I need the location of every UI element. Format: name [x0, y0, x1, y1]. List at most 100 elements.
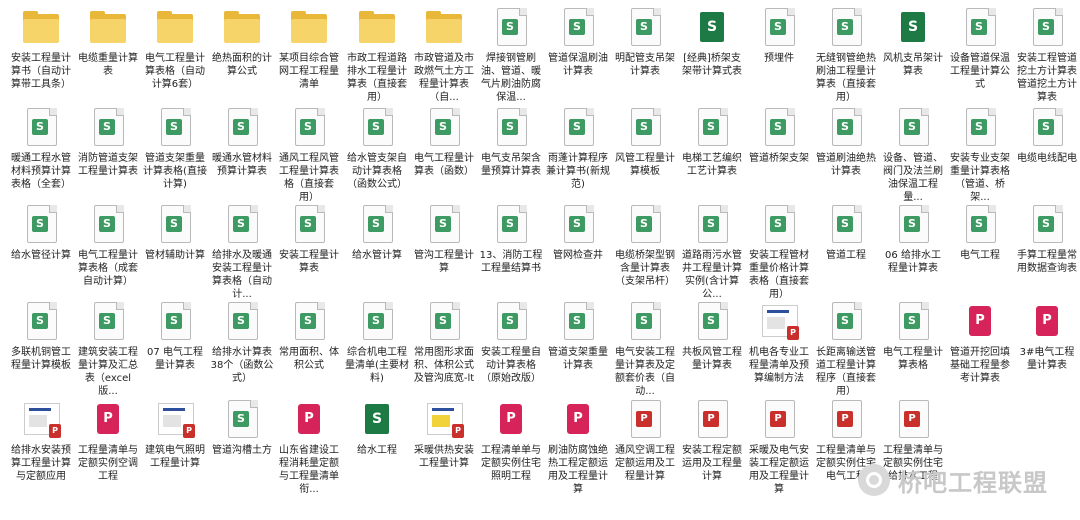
watermark-logo-icon [858, 464, 890, 496]
file-item[interactable]: P 山东省建设工程消耗量定额与工程量清单衔... [276, 400, 342, 496]
file-item[interactable]: P 刷油防腐蚀绝热工程定额运用及工程量计算 [545, 400, 611, 496]
file-item[interactable]: S 预埋件 [746, 8, 812, 65]
file-item[interactable]: S 管道沟槽土方 [209, 400, 275, 457]
file-item[interactable]: S 常用面积、体积公式 [276, 302, 342, 372]
file-item[interactable]: S 电缆桥架型钢含量计算表（支架吊杆） [612, 205, 678, 288]
file-item[interactable]: P 给排水安装预算工程量计算与定额应用 [8, 400, 74, 483]
file-item[interactable]: S 管道刷油绝热计算表 [813, 108, 879, 178]
file-item[interactable]: S 雨蓬计算程序兼计算书(新规范) [545, 108, 611, 191]
file-item[interactable]: S 设备管道保温工程量计算公式 [947, 8, 1013, 91]
file-item[interactable]: S 管道工程 [813, 205, 879, 262]
file-item[interactable]: S 无缝钢管绝热刷油工程量计算表（直接套用） [813, 8, 879, 104]
file-item[interactable]: S 安装专业支架重量计算表格（管道、桥架... [947, 108, 1013, 204]
file-item[interactable]: 某项目综合管网工程工程量清单 [276, 8, 342, 91]
file-item[interactable]: S 电缆电线配电 [1014, 108, 1080, 165]
file-item[interactable]: 安装工程量计算书（自动计算带工具条） [8, 8, 74, 91]
file-name-label: 安装工程量计算表 [279, 250, 339, 274]
file-item[interactable]: S 消防管道支架工程量计算表 [75, 108, 141, 178]
file-item[interactable]: S 建筑安装工程量计算及汇总表（excel版... [75, 302, 141, 398]
file-item[interactable]: S 电气工程量计算表格（成套自动计算） [75, 205, 141, 288]
file-item[interactable]: S 13、消防工程工程量结算书 [478, 205, 544, 275]
file-item[interactable]: S 明配管支吊架计算表 [612, 8, 678, 78]
file-item[interactable]: S 道路雨污水管井工程量计算实例(含计算公... [679, 205, 745, 301]
file-item[interactable]: S 综合机电工程量清单(主要材料) [344, 302, 410, 385]
document-thumbnail-icon: P [424, 400, 464, 440]
file-item[interactable]: S 管道支架重量计算表 [545, 302, 611, 372]
file-item[interactable]: S 风管工程量计算模板 [612, 108, 678, 178]
file-item[interactable]: P 采暖及电气安装工程定额运用及工程量计算 [746, 400, 812, 496]
file-item[interactable]: S 管沟工程量计算 [411, 205, 477, 275]
file-item[interactable]: S 07 电气工程量计算表 [142, 302, 208, 372]
file-name-label: 雨蓬计算程序兼计算书(新规范) [546, 153, 610, 190]
file-item[interactable]: S 电气工程量计算表格 [880, 302, 946, 372]
file-item[interactable]: S 给排水及暖通安装工程量计算表格（自动计... [209, 205, 275, 301]
file-item[interactable]: P 工程量清单与定额实例空调工程 [75, 400, 141, 483]
file-item[interactable]: P 3#电气工程量计算表 [1014, 302, 1080, 372]
file-item[interactable]: S 焊接钢管刷油、管道、暖气片刷油防腐保温... [478, 8, 544, 104]
file-grid: 安装工程量计算书（自动计算带工具条） 电缆重量计算表 电气工程量计算表格（自动计算6… [0, 0, 1080, 520]
pdf-file-icon: P [558, 400, 598, 440]
presentation-file-icon: P [692, 400, 732, 440]
file-item[interactable]: S 安装工程量计算表 [276, 205, 342, 275]
file-item[interactable]: S 电气工程 [947, 205, 1013, 262]
file-item[interactable]: S 管网检查井 [545, 205, 611, 262]
file-item[interactable]: S 给水管径计算 [8, 205, 74, 262]
file-item[interactable]: S 管材辅助计算 [142, 205, 208, 262]
file-item[interactable]: 市政工程道路排水工程量计算表（直接套用） [344, 8, 410, 104]
file-item[interactable]: S 给排水计算表38个（函数公式） [209, 302, 275, 385]
folder-icon [222, 8, 262, 48]
spreadsheet-file-icon: S [21, 205, 61, 245]
file-item[interactable]: 电缆重量计算表 [75, 8, 141, 78]
file-item[interactable]: S 电气安装工程量计算表及定额套价表（自动... [612, 302, 678, 398]
file-item[interactable]: S 安装工程管材重量价格计算表格（直接套用） [746, 205, 812, 301]
file-item[interactable]: P 采暖供热安装工程量计算 [411, 400, 477, 470]
file-name-label: 安装工程管材重量价格计算表格（直接套用） [749, 250, 809, 300]
spreadsheet-app-icon: S [893, 8, 933, 48]
file-item[interactable]: S 管道保温刷油计算表 [545, 8, 611, 78]
file-item[interactable]: S 电梯工艺编织工艺计算表 [679, 108, 745, 178]
file-item[interactable]: S 安装工程量自动计算表格（原始改版） [478, 302, 544, 385]
file-item[interactable]: S 风机支吊架计算表 [880, 8, 946, 78]
file-name-label: 绝热面积的计算公式 [212, 53, 272, 77]
file-name-label: 通风空调工程定额运用及工程量计算 [615, 445, 675, 482]
file-item[interactable]: 电气工程量计算表格（自动计算6套） [142, 8, 208, 91]
file-item[interactable]: S 电气支吊架含量预算计算表 [478, 108, 544, 178]
file-item[interactable]: S 给水管支架自动计算表格（函数公式） [344, 108, 410, 191]
file-name-label: 3#电气工程量计算表 [1019, 347, 1075, 371]
file-name-label: 焊接钢管刷油、管道、暖气片刷油防腐保温... [481, 53, 541, 103]
file-item[interactable]: S 长距离输送管道工程量计算程序（直接套用） [813, 302, 879, 398]
file-item[interactable]: S 共板风管工程量计算表 [679, 302, 745, 372]
document-thumbnail-icon: P [155, 400, 195, 440]
file-name-label: 道路雨污水管井工程量计算实例(含计算公... [682, 250, 742, 300]
file-item[interactable]: S 暖通水管材料预算计算表 [209, 108, 275, 178]
file-item[interactable]: P 建筑电气照明工程量计算 [142, 400, 208, 470]
file-item[interactable]: P 安装工程定额运用及工程量计算 [679, 400, 745, 483]
file-item[interactable]: S 设备、管道、阀门及法兰刷油保温工程量... [880, 108, 946, 204]
file-name-label: 给排水计算表38个（函数公式） [210, 347, 274, 384]
file-item[interactable]: S 06 给排水工程量计算表 [880, 205, 946, 275]
spreadsheet-file-icon: S [826, 108, 866, 148]
file-item[interactable]: P 机电各专业工程量清单及预算编制方法 [746, 302, 812, 385]
file-item[interactable]: P 工程清单单与定额实例住宅照明工程 [478, 400, 544, 483]
file-name-label: 常用面积、体积公式 [279, 347, 339, 371]
file-item[interactable]: S 常用图形求面积、体积公式及管沟底宽-lt [411, 302, 477, 385]
file-item[interactable]: P 管道开挖回填基础工程量参考计算表 [947, 302, 1013, 385]
file-item[interactable]: S 管道支架重量计算表格(直接计算) [142, 108, 208, 191]
file-item[interactable]: S 给水管计算 [344, 205, 410, 262]
pdf-file-icon: P [960, 302, 1000, 342]
file-item[interactable]: S 通风工程风管工程量计算表格（直接套用） [276, 108, 342, 204]
file-item[interactable]: S 电气工程量计算表（函数） [411, 108, 477, 178]
spreadsheet-file-icon: S [692, 302, 732, 342]
pdf-file-icon: P [289, 400, 329, 440]
file-item[interactable]: S 多联机铜管工程量计算模板 [8, 302, 74, 372]
file-item[interactable]: P 通风空调工程定额运用及工程量计算 [612, 400, 678, 483]
file-item[interactable]: 市政管道及市政燃气土方工程量计算表（自... [411, 8, 477, 104]
file-item[interactable]: S 暖通工程水管材料预算计算表格（全套） [8, 108, 74, 191]
file-item[interactable]: S 手算工程量常用数据查询表 [1014, 205, 1080, 275]
file-name-label: 管道工程 [826, 250, 866, 261]
file-item[interactable]: S 管道桥架支架 [746, 108, 812, 165]
file-item[interactable]: S 给水工程 [344, 400, 410, 457]
file-item[interactable]: S 安装工程管道挖土方计算表管道挖土方计算表 [1014, 8, 1080, 104]
file-item[interactable]: 绝热面积的计算公式 [209, 8, 275, 78]
file-item[interactable]: S [经典]桥架支架带计算式表 [679, 8, 745, 78]
